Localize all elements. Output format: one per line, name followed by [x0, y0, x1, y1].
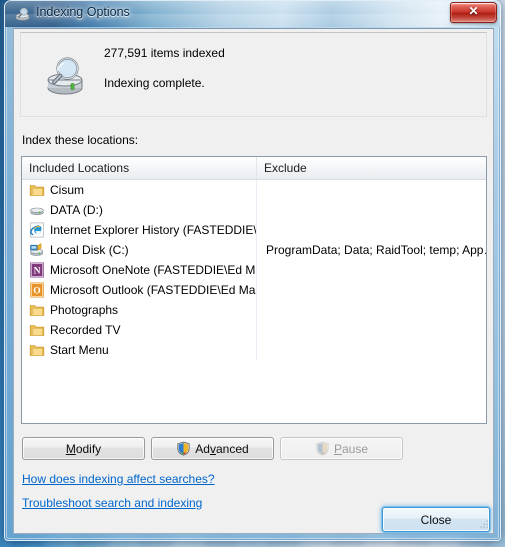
cell-exclude: ProgramData; Data; RaidTool; temp; App…	[266, 243, 486, 257]
folder-icon	[29, 185, 45, 196]
local-disk-icon	[30, 243, 44, 256]
svg-text:N: N	[34, 267, 41, 277]
list-header: Included Locations Exclude	[22, 157, 486, 180]
close-icon[interactable]	[450, 2, 497, 23]
cell-included-location: Internet Explorer History (FASTEDDIE\E…	[22, 220, 257, 240]
cell-included-location: Recorded TV	[22, 320, 257, 340]
modify-button[interactable]: Modify	[22, 437, 145, 460]
location-label: Photographs	[50, 303, 119, 317]
included-locations-list[interactable]: Included Locations Exclude Cisum DATA (D:…	[21, 156, 487, 424]
outlook-icon: O	[30, 282, 44, 298]
cell-included-location: Photographs	[22, 300, 257, 320]
column-header-included-locations[interactable]: Included Locations	[22, 157, 257, 179]
table-row[interactable]: Photographs	[22, 300, 486, 320]
location-label: Internet Explorer History (FASTEDDIE\E…	[50, 223, 257, 237]
uac-shield-icon	[177, 441, 190, 456]
uac-shield-icon-disabled	[316, 441, 329, 456]
location-label: DATA (D:)	[50, 203, 103, 217]
column-header-exclude[interactable]: Exclude	[257, 157, 486, 179]
indexing-options-icon	[15, 7, 30, 21]
location-label: Microsoft Outlook (FASTEDDIE\Ed Marro…	[50, 283, 256, 297]
advanced-button-label: Advanced	[195, 441, 249, 456]
index-locations-label: Index these locations:	[22, 133, 139, 147]
folder-icon	[29, 325, 45, 336]
folder-icon	[29, 345, 45, 356]
table-row[interactable]: DATA (D:)	[22, 200, 486, 220]
dialog-client-area: 277,591 items indexed Indexing complete.…	[13, 28, 494, 534]
table-row[interactable]: Internet Explorer History (FASTEDDIE\E…	[22, 220, 486, 240]
window-title: Indexing Options	[36, 5, 130, 19]
internet-explorer-icon	[30, 222, 44, 238]
cell-included-location: O Microsoft Outlook (FASTEDDIE\Ed Marro…	[22, 280, 257, 300]
table-row[interactable]: Start Menu	[22, 340, 486, 360]
cell-included-location: DATA (D:)	[22, 200, 257, 220]
table-row[interactable]: O Microsoft Outlook (FASTEDDIE\Ed Marro…	[22, 280, 486, 300]
resize-grip[interactable]	[478, 518, 490, 530]
cell-included-location: Start Menu	[22, 340, 257, 360]
location-label: Local Disk (C:)	[50, 243, 129, 257]
drive-magnifier-icon	[47, 57, 83, 95]
table-row[interactable]: Cisum	[22, 180, 486, 200]
table-row[interactable]: Recorded TV	[22, 320, 486, 340]
location-label: Recorded TV	[50, 323, 121, 337]
location-label: Microsoft OneNote (FASTEDDIE\Ed Marr…	[50, 263, 256, 277]
pause-button: Pause	[280, 437, 403, 460]
indexing-options-window: Indexing Options 277,591 items indexed I…	[4, 0, 501, 541]
indexing-state-text: Indexing complete.	[104, 76, 205, 90]
advanced-button[interactable]: Advanced	[151, 437, 274, 460]
cell-included-location: N Microsoft OneNote (FASTEDDIE\Ed Marr…	[22, 260, 257, 280]
troubleshoot-search-indexing-link[interactable]: Troubleshoot search and indexing	[22, 496, 202, 510]
how-indexing-affects-searches-link[interactable]: How does indexing affect searches?	[22, 472, 215, 486]
modify-button-label: Modify	[65, 441, 102, 456]
svg-text:O: O	[33, 287, 40, 297]
close-button[interactable]: Close	[382, 507, 490, 532]
drive-icon	[30, 207, 44, 215]
location-label: Cisum	[50, 183, 85, 197]
table-row[interactable]: N Microsoft OneNote (FASTEDDIE\Ed Marr…	[22, 260, 486, 280]
location-label: Start Menu	[50, 343, 109, 357]
title-bar[interactable]: Indexing Options	[5, 1, 500, 27]
status-panel: 277,591 items indexed Indexing complete.	[20, 32, 487, 117]
onenote-icon: N	[30, 262, 44, 278]
pause-button-label: Pause	[333, 441, 369, 456]
close-button-label: Close	[420, 512, 452, 527]
table-row[interactable]: Local Disk (C:) ProgramData; Data; RaidTo…	[22, 240, 486, 260]
folder-icon	[29, 305, 45, 316]
cell-included-location: Local Disk (C:)	[22, 240, 257, 260]
items-indexed-text: 277,591 items indexed	[104, 46, 225, 60]
cell-included-location: Cisum	[22, 180, 257, 200]
list-body: Cisum DATA (D:) Internet Explorer History …	[22, 180, 486, 360]
